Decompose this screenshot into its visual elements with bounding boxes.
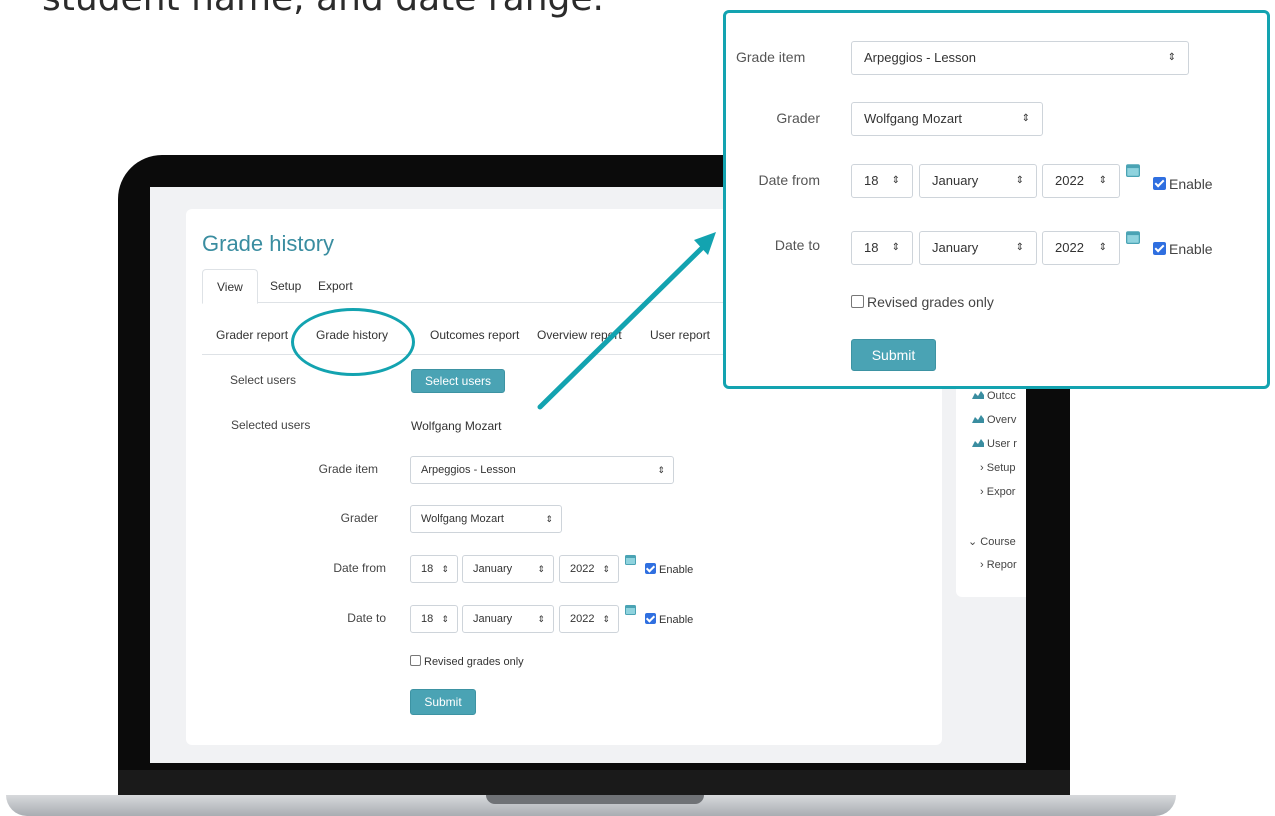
select-arrow-icon: ⇕ [891, 242, 900, 253]
revised-grades-checkbox[interactable]: Revised grades only [851, 294, 994, 310]
date-to-label: Date to [774, 237, 820, 253]
grade-item-value: Arpeggios - Lesson [864, 50, 977, 65]
select-arrow-icon: ⇕ [1015, 242, 1024, 253]
calendar-icon[interactable] [1126, 230, 1140, 244]
checked-icon [1153, 177, 1166, 190]
checked-icon [1153, 242, 1166, 255]
zoomed-form-callout: Grade item Arpeggios - Lesson ⇕ Grader W… [723, 10, 1270, 389]
month-value: January [932, 173, 979, 188]
date-from-day-select[interactable]: 18 ⇕ [851, 164, 913, 198]
year-value: 2022 [1055, 240, 1084, 255]
calendar-icon[interactable] [1126, 163, 1140, 177]
select-arrow-icon: ⇕ [891, 175, 900, 186]
day-value: 18 [864, 240, 879, 255]
grader-label: Grader [776, 110, 820, 126]
submit-button[interactable]: Submit [851, 339, 936, 371]
date-from-label: Date from [758, 172, 820, 188]
select-arrow-icon: ⇕ [1167, 52, 1176, 63]
date-to-year-select[interactable]: 2022 ⇕ [1042, 231, 1120, 265]
revised-grades-label: Revised grades only [867, 294, 994, 310]
enable-label: Enable [1169, 176, 1213, 192]
select-arrow-icon: ⇕ [1015, 175, 1024, 186]
day-value: 18 [864, 173, 879, 188]
grader-value: Wolfgang Mozart [864, 111, 963, 126]
date-to-month-select[interactable]: January ⇕ [919, 231, 1037, 265]
date-from-enable-checkbox[interactable]: Enable [1153, 176, 1213, 192]
date-from-year-select[interactable]: 2022 ⇕ [1042, 164, 1120, 198]
grade-item-select[interactable]: Arpeggios - Lesson ⇕ [851, 41, 1189, 75]
date-to-day-select[interactable]: 18 ⇕ [851, 231, 913, 265]
grader-select[interactable]: Wolfgang Mozart ⇕ [851, 102, 1043, 136]
grade-item-label: Grade item [736, 49, 806, 65]
date-from-month-select[interactable]: January ⇕ [919, 164, 1037, 198]
unchecked-icon [851, 295, 864, 308]
select-arrow-icon: ⇕ [1021, 113, 1030, 124]
select-arrow-icon: ⇕ [1098, 175, 1107, 186]
select-arrow-icon: ⇕ [1098, 242, 1107, 253]
enable-label: Enable [1169, 241, 1213, 257]
date-to-enable-checkbox[interactable]: Enable [1153, 241, 1213, 257]
month-value: January [932, 240, 979, 255]
year-value: 2022 [1055, 173, 1084, 188]
